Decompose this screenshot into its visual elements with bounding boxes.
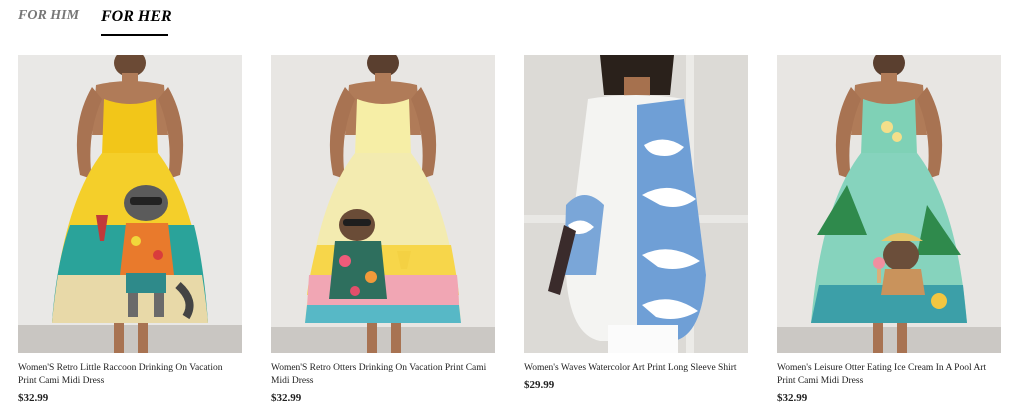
tab-for-him[interactable]: FOR HIM xyxy=(18,8,79,24)
product-price: $29.99 xyxy=(524,379,555,391)
product-price: $32.99 xyxy=(271,392,302,404)
product-card[interactable]: Women'S Retro Little Raccoon Drinking On… xyxy=(18,55,242,404)
product-image[interactable] xyxy=(777,55,1001,353)
otter-pool-dress-image xyxy=(777,55,1001,353)
product-title[interactable]: Women's Waves Watercolor Art Print Long … xyxy=(524,362,748,375)
active-tab-indicator xyxy=(101,34,168,36)
product-card[interactable]: Women'S Retro Otters Drinking On Vacatio… xyxy=(271,55,495,404)
otter-dress-image xyxy=(271,55,495,353)
product-title[interactable]: Women'S Retro Otters Drinking On Vacatio… xyxy=(271,362,495,388)
product-card[interactable]: Women's Waves Watercolor Art Print Long … xyxy=(524,55,748,391)
category-tabs: FOR HIM FOR HER xyxy=(0,0,1024,40)
product-title[interactable]: Women'S Retro Little Raccoon Drinking On… xyxy=(18,362,242,388)
product-title[interactable]: Women's Leisure Otter Eating Ice Cream I… xyxy=(777,362,1001,388)
product-image[interactable] xyxy=(271,55,495,353)
product-image[interactable] xyxy=(18,55,242,353)
tab-for-her[interactable]: FOR HER xyxy=(101,8,172,26)
product-card[interactable]: Women's Leisure Otter Eating Ice Cream I… xyxy=(777,55,1001,404)
product-price: $32.99 xyxy=(777,392,808,404)
product-price: $32.99 xyxy=(18,392,49,404)
raccoon-dress-image xyxy=(18,55,242,353)
product-image[interactable] xyxy=(524,55,748,353)
wave-shirt-image xyxy=(524,55,748,353)
product-grid: Women'S Retro Little Raccoon Drinking On… xyxy=(18,55,1002,409)
